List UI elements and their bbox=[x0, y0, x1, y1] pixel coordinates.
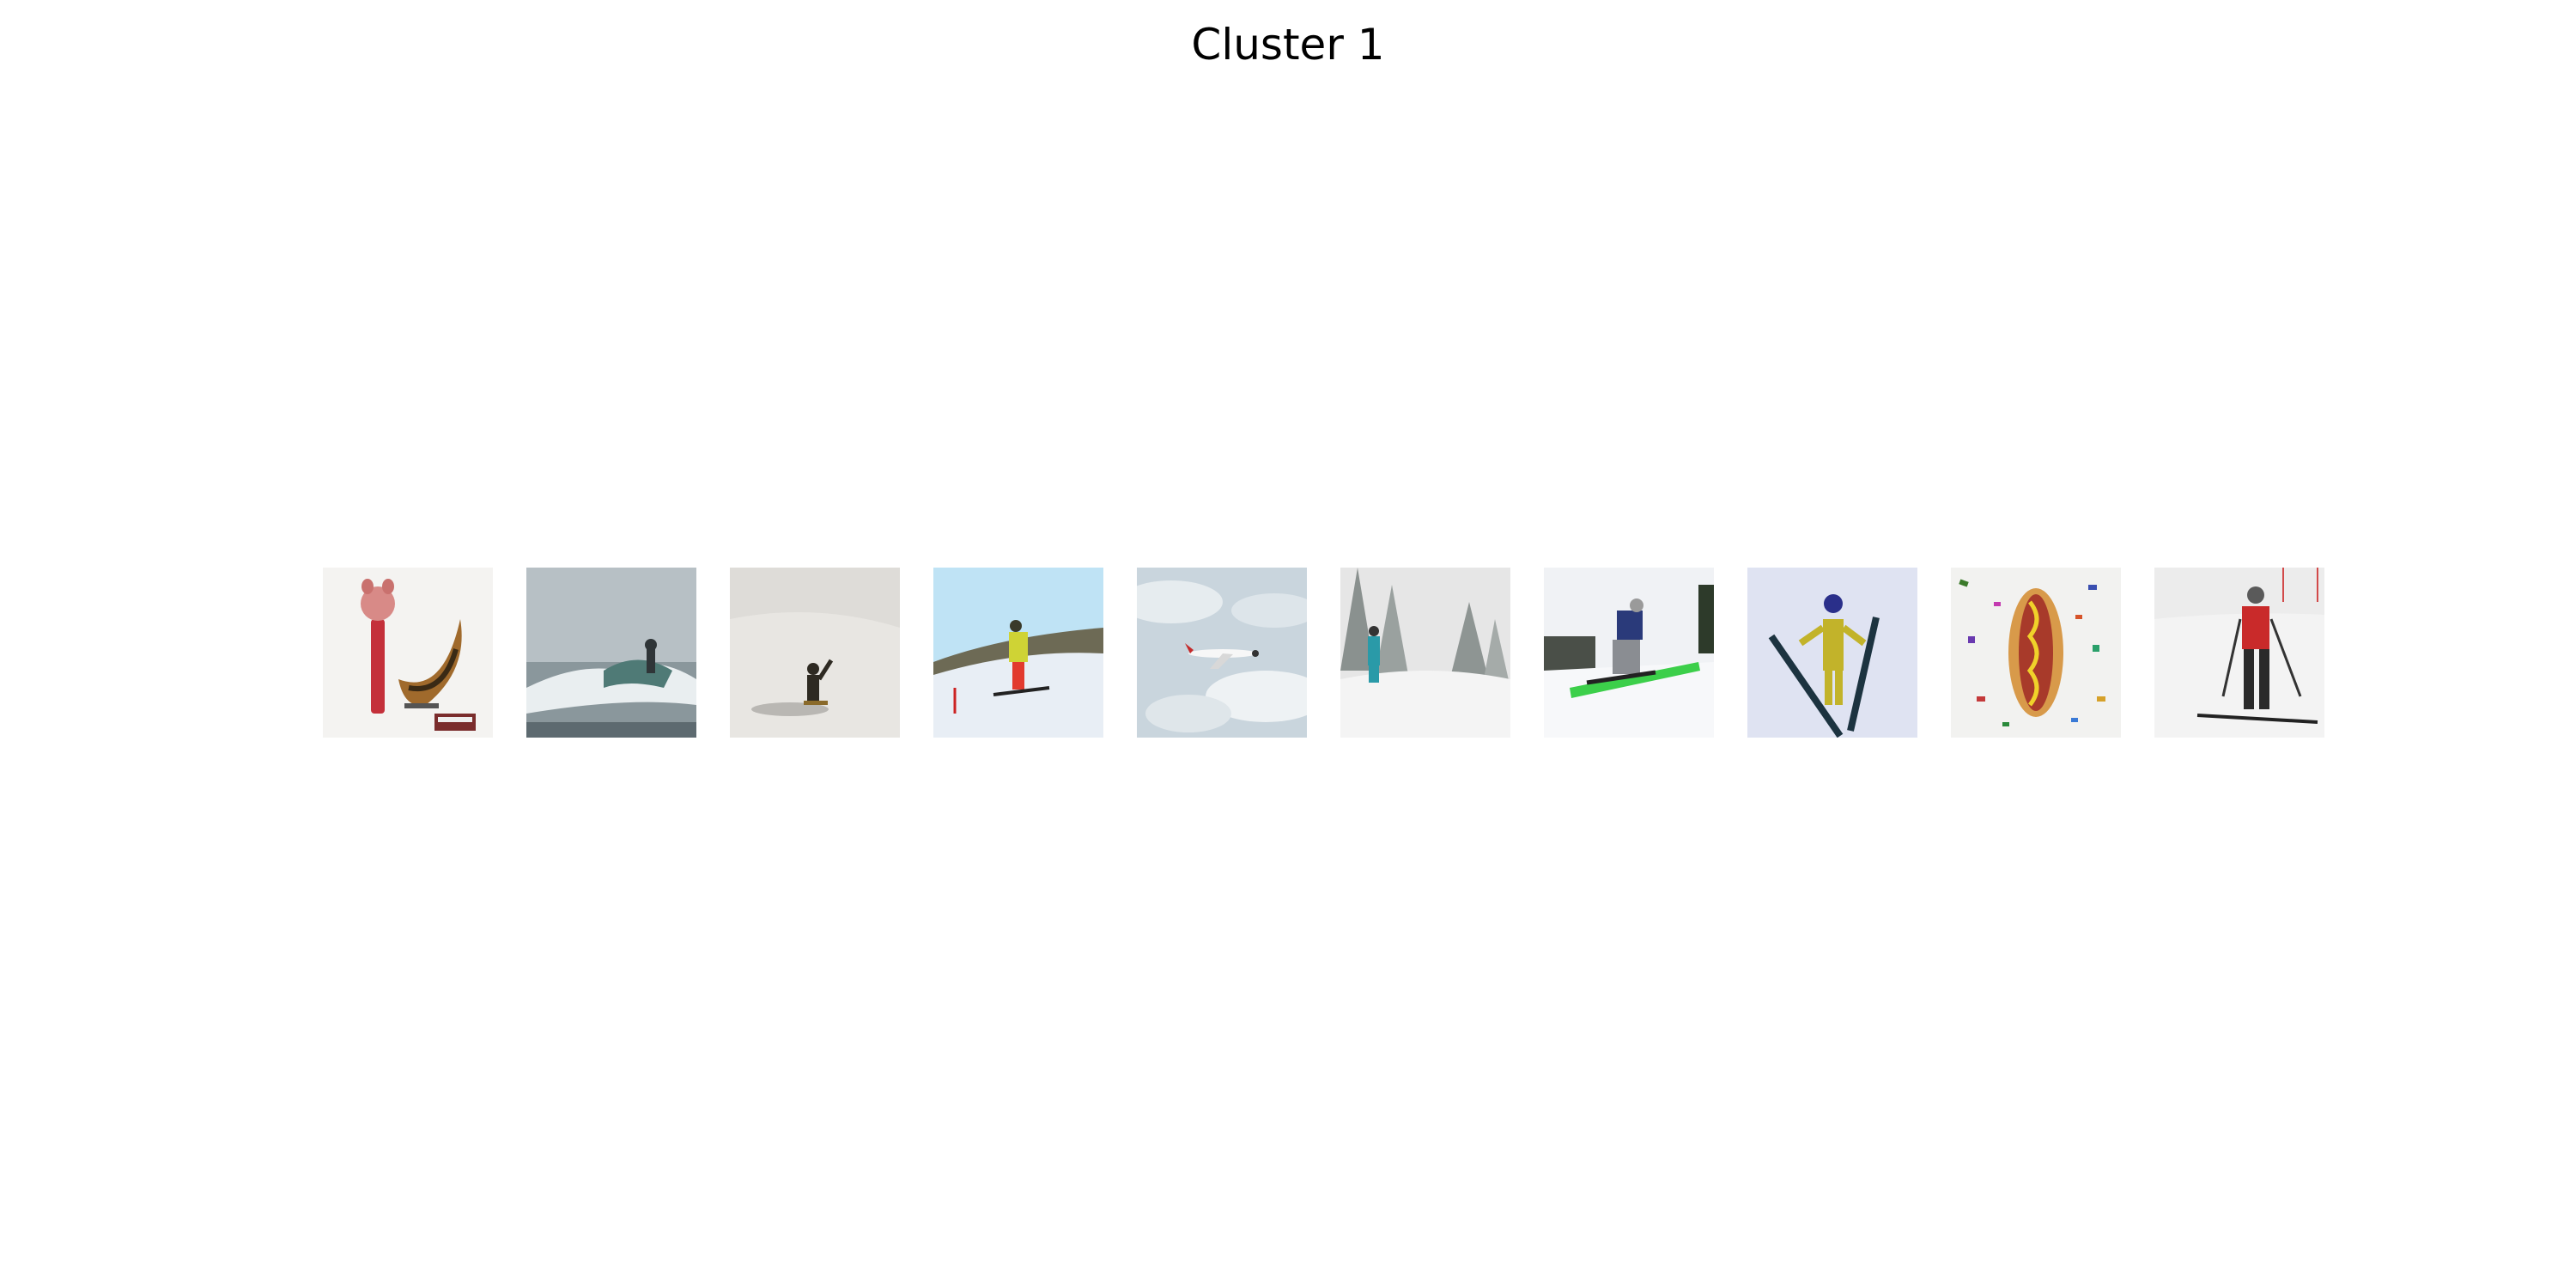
thumbnail-image bbox=[1951, 568, 2121, 738]
skier-forest-image bbox=[1340, 568, 1510, 738]
snowboarder-rail-image bbox=[1544, 568, 1714, 738]
thumbnail-image bbox=[2154, 568, 2324, 738]
thumbnail-image bbox=[1137, 568, 1307, 738]
surfer-image bbox=[526, 568, 696, 738]
figure-title: Cluster 1 bbox=[1191, 20, 1385, 70]
snowboarder-image bbox=[730, 568, 900, 738]
thumbnail-image bbox=[730, 568, 900, 738]
thumbnail-image bbox=[1747, 568, 1917, 738]
hot-dog-image bbox=[1951, 568, 2121, 738]
thumbnail-image bbox=[526, 568, 696, 738]
skier-yellow-image bbox=[933, 568, 1103, 738]
thumbnail-image bbox=[1544, 568, 1714, 738]
banana-sculpture-image bbox=[323, 568, 493, 738]
thumbnail-strip bbox=[323, 568, 2327, 738]
thumbnail-image bbox=[323, 568, 493, 738]
airplane-image bbox=[1137, 568, 1307, 738]
thumbnail-image bbox=[1340, 568, 1510, 738]
thumbnail-image bbox=[933, 568, 1103, 738]
skier-red-image bbox=[2154, 568, 2324, 738]
ski-jumper-image bbox=[1747, 568, 1917, 738]
